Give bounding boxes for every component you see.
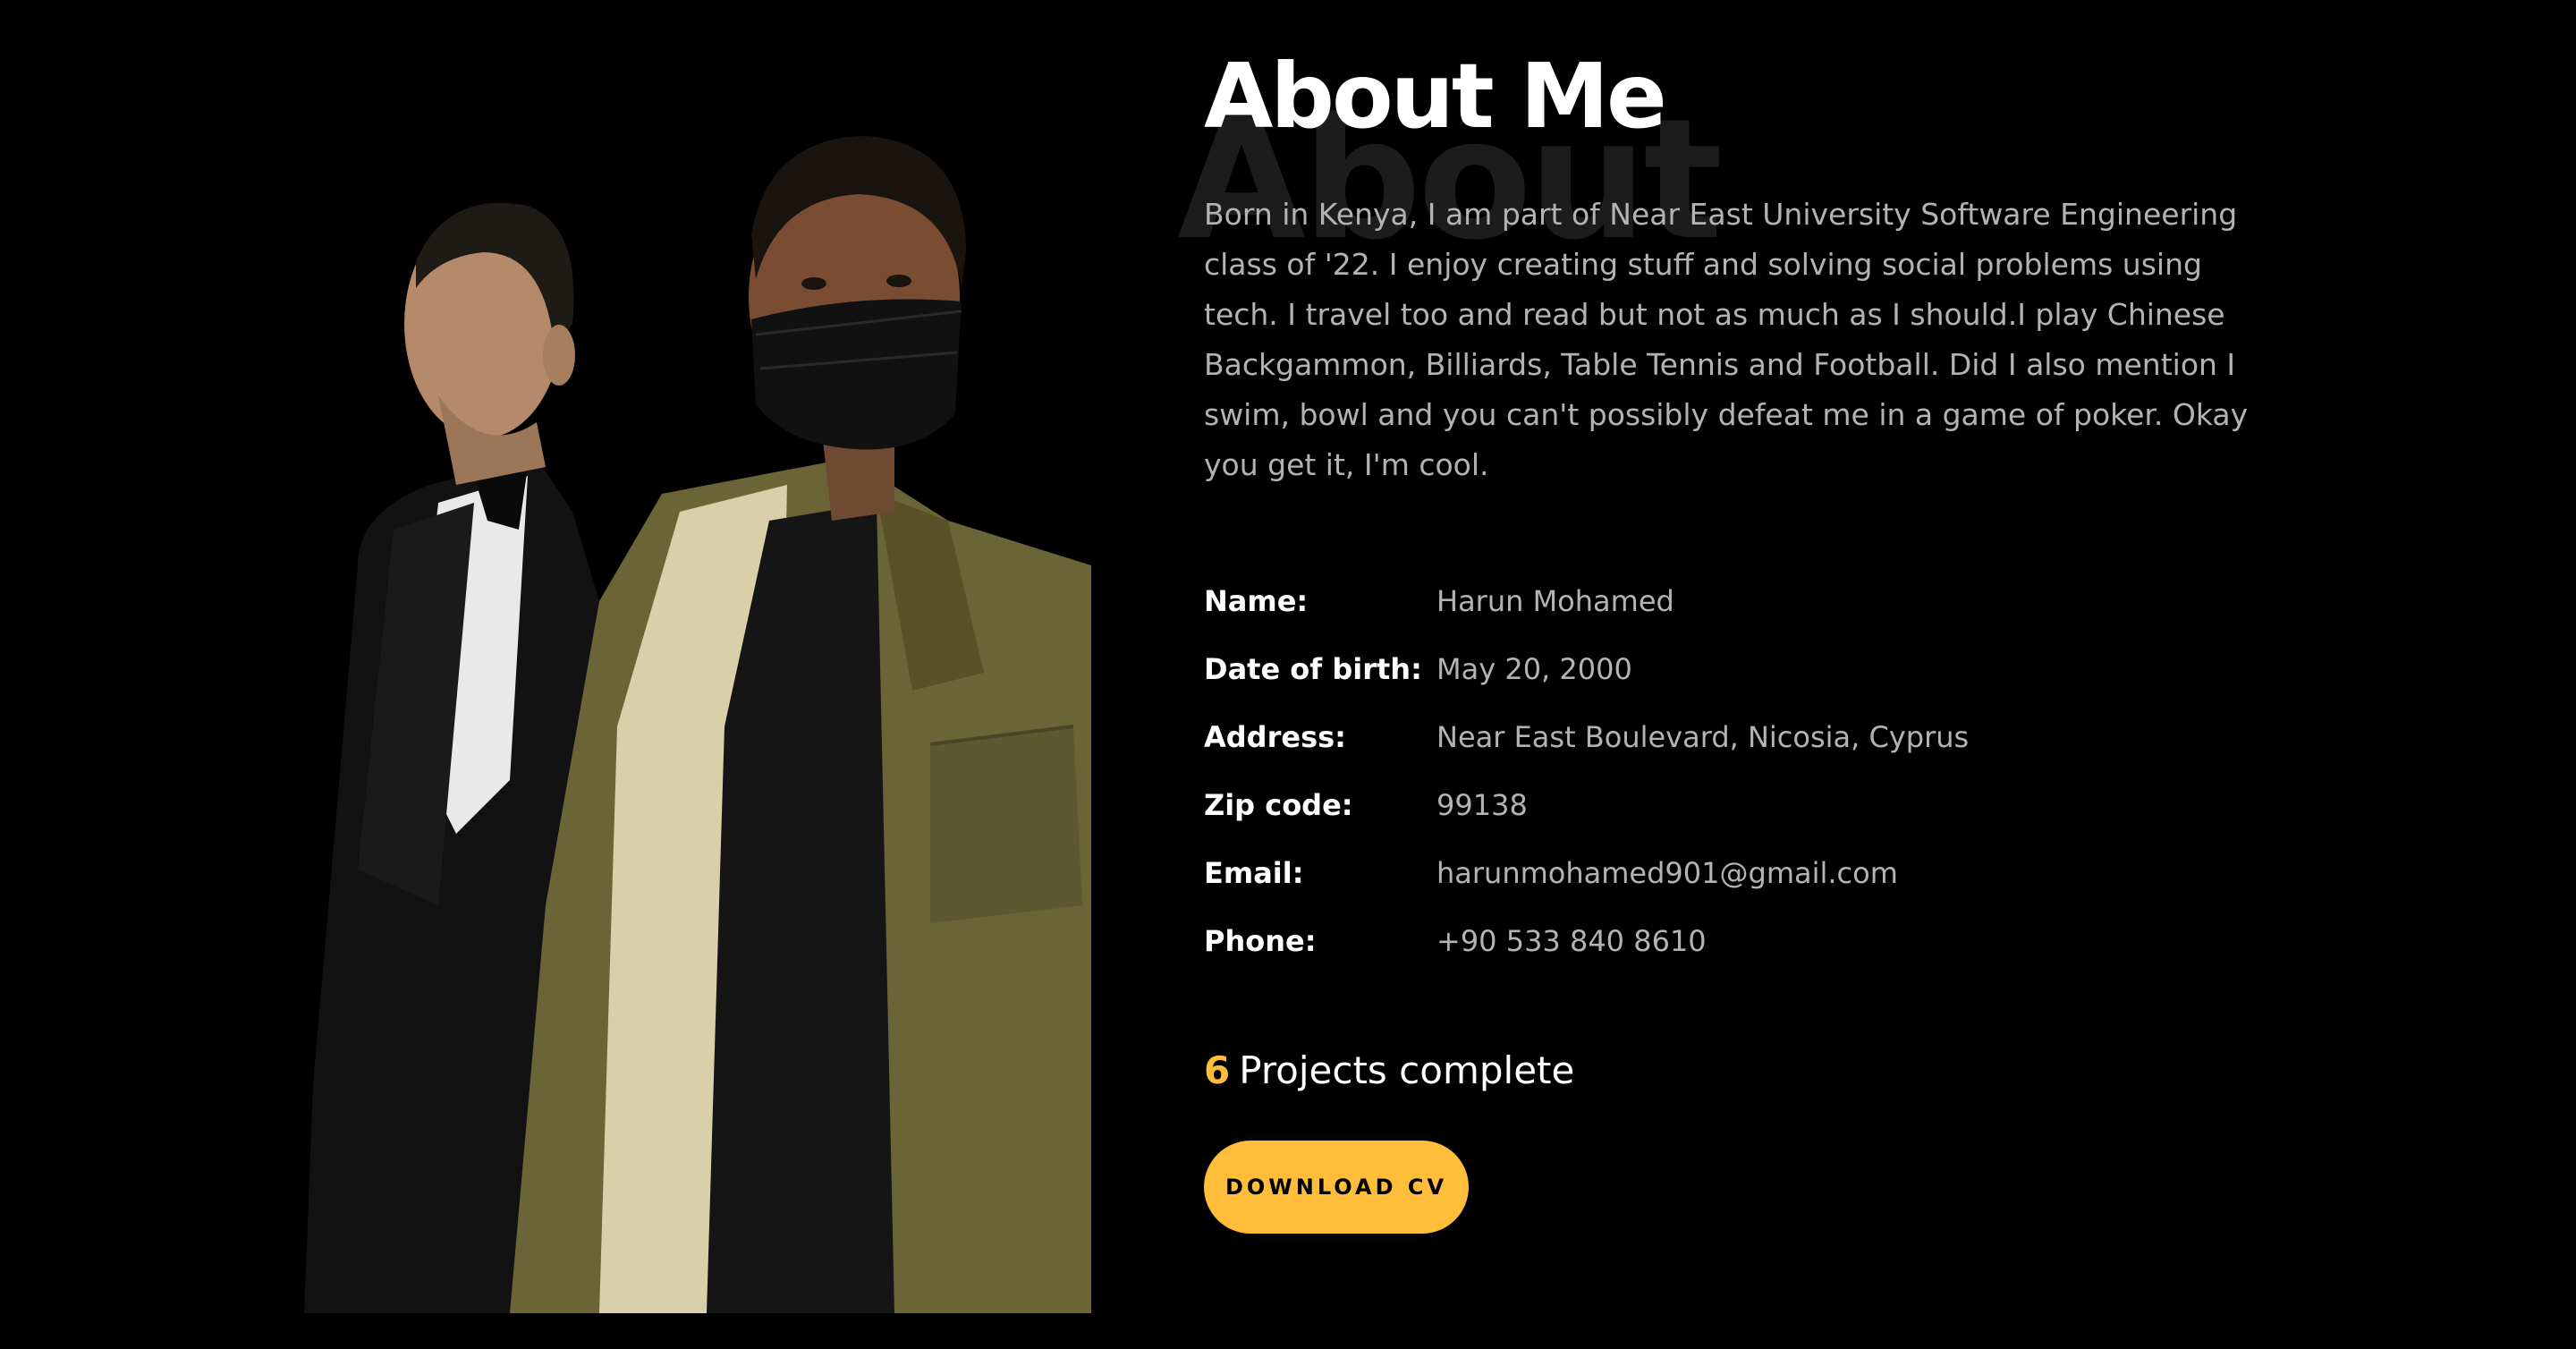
info-value: harunmohamed901@gmail.com [1436,856,1898,890]
info-row-address: Address: Near East Boulevard, Nicosia, C… [1204,703,2277,771]
download-cv-button[interactable]: DOWNLOAD CV [1204,1141,1469,1234]
info-row-zip-code: Zip code: 99138 [1204,771,2277,839]
projects-counter: 6 Projects complete [1204,1048,2277,1092]
info-value: May 20, 2000 [1436,652,1632,686]
info-row-phone: Phone: +90 533 840 8610 [1204,907,2277,975]
info-label: Zip code: [1204,788,1353,822]
info-value: Harun Mohamed [1436,584,1674,618]
profile-photo-illustration [304,136,1091,1313]
info-label: Address: [1204,720,1346,754]
projects-label: Projects complete [1239,1048,1575,1092]
info-row-email: Email: harunmohamed901@gmail.com [1204,839,2277,907]
personal-info-list: Name: Harun Mohamed Date of birth: May 2… [1204,567,2277,975]
projects-count: 6 [1204,1048,1231,1092]
info-label: Date of birth: [1204,652,1422,686]
info-label: Phone: [1204,924,1317,958]
profile-photo [304,100,1091,1313]
info-label: Email: [1204,856,1304,890]
info-row-date-of-birth: Date of birth: May 20, 2000 [1204,635,2277,703]
bio-paragraph: Born in Kenya, I am part of Near East Un… [1204,197,2249,482]
info-value: +90 533 840 8610 [1436,924,1707,958]
info-row-name: Name: Harun Mohamed [1204,567,2277,635]
info-value: 99138 [1436,788,1528,822]
info-value: Near East Boulevard, Nicosia, Cyprus [1436,720,1970,754]
page-title: About Me [1204,44,1667,148]
about-section: About About Me Born in Kenya, I am part … [1177,36,2277,1234]
info-label: Name: [1204,584,1309,618]
